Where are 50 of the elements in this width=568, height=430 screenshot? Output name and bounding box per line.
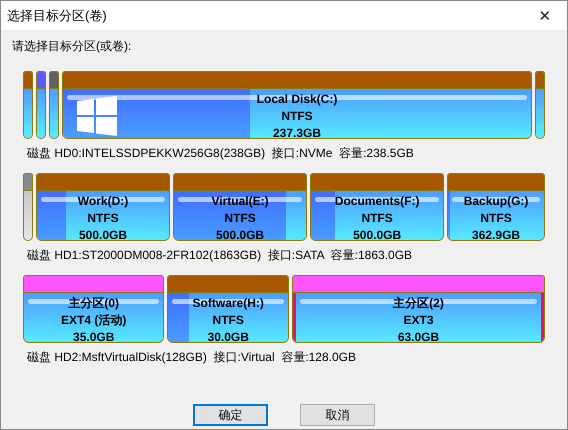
partition-body (24, 191, 32, 240)
partition-name: Software(H:) (192, 295, 264, 312)
partition-body (24, 89, 32, 138)
partition-size: 63.0GB (398, 329, 440, 342)
partition-name: 主分区(0) (68, 295, 120, 312)
disk-info: 磁盘 HD0:INTELSSDPEKKW256G8(238GB) 接口:NVMe 容量:238.5GB (27, 145, 414, 162)
file-system: NTFS (281, 108, 313, 125)
partition-body (50, 89, 58, 138)
partition-body (37, 89, 45, 138)
partition-name: Local Disk(C:) (256, 91, 338, 108)
partition-block[interactable]: Documents(F:) NTFS 500.0GB (310, 173, 444, 241)
file-system: EXT4 (活动) (61, 312, 126, 329)
cancel-button[interactable]: 取消 (300, 404, 375, 426)
file-system: NTFS (480, 210, 512, 227)
partition-block[interactable] (23, 71, 33, 139)
partition-block[interactable] (36, 71, 46, 139)
partition-size: 500.0GB (216, 227, 264, 240)
file-system: NTFS (87, 210, 119, 227)
partition-size: 237.3GB (272, 125, 322, 138)
ok-button[interactable]: 确定 (193, 404, 268, 426)
partition-block[interactable]: 主分区(0) EXT4 (活动) 35.0GB (23, 275, 164, 343)
partition-name: Work(D:) (78, 193, 128, 210)
file-system: NTFS (212, 312, 244, 329)
partition-name: Backup(G:) (464, 193, 528, 210)
partition-block[interactable] (23, 173, 33, 241)
partition-block[interactable]: Local Disk(C:) NTFS 237.3GB (62, 71, 532, 139)
partition-name: Documents(F:) (334, 193, 420, 210)
partition-size: 362.9GB (472, 227, 520, 240)
file-system: NTFS (224, 210, 256, 227)
prompt-label: 请选择目标分区(或卷): (12, 38, 132, 55)
close-button[interactable]: ✕ (523, 1, 567, 30)
partition-size: 500.0GB (79, 227, 128, 240)
file-system: EXT3 (403, 312, 434, 329)
partition-block[interactable]: Virtual(E:) NTFS 500.0GB (173, 173, 308, 241)
window-title: 选择目标分区(卷) (7, 6, 107, 24)
partition-block[interactable]: 主分区(2) EXT3 63.0GB (292, 275, 545, 343)
partition-size: 30.0GB (208, 329, 249, 342)
file-system: NTFS (361, 210, 393, 227)
partition-size: 35.0GB (73, 329, 114, 342)
disk-info: 磁盘 HD2:MsftVirtualDisk(128GB) 接口:Virtual 容量:128.0GB (27, 349, 356, 366)
partition-name: 主分区(2) (393, 295, 444, 312)
partition-block[interactable] (535, 71, 545, 139)
partition-body (536, 89, 544, 138)
partition-block[interactable]: Backup(G:) NTFS 362.9GB (447, 173, 545, 241)
partition-block[interactable]: Software(H:) NTFS 30.0GB (167, 275, 289, 343)
partition-name: Virtual(E:) (212, 193, 269, 210)
partition-block[interactable] (49, 71, 59, 139)
partition-block[interactable]: Work(D:) NTFS 500.0GB (36, 173, 170, 241)
disk-info: 磁盘 HD1:ST2000DM008-2FR102(1863GB) 接口:SATA 容量:1863.0GB (27, 247, 412, 264)
partition-size: 500.0GB (353, 227, 402, 240)
